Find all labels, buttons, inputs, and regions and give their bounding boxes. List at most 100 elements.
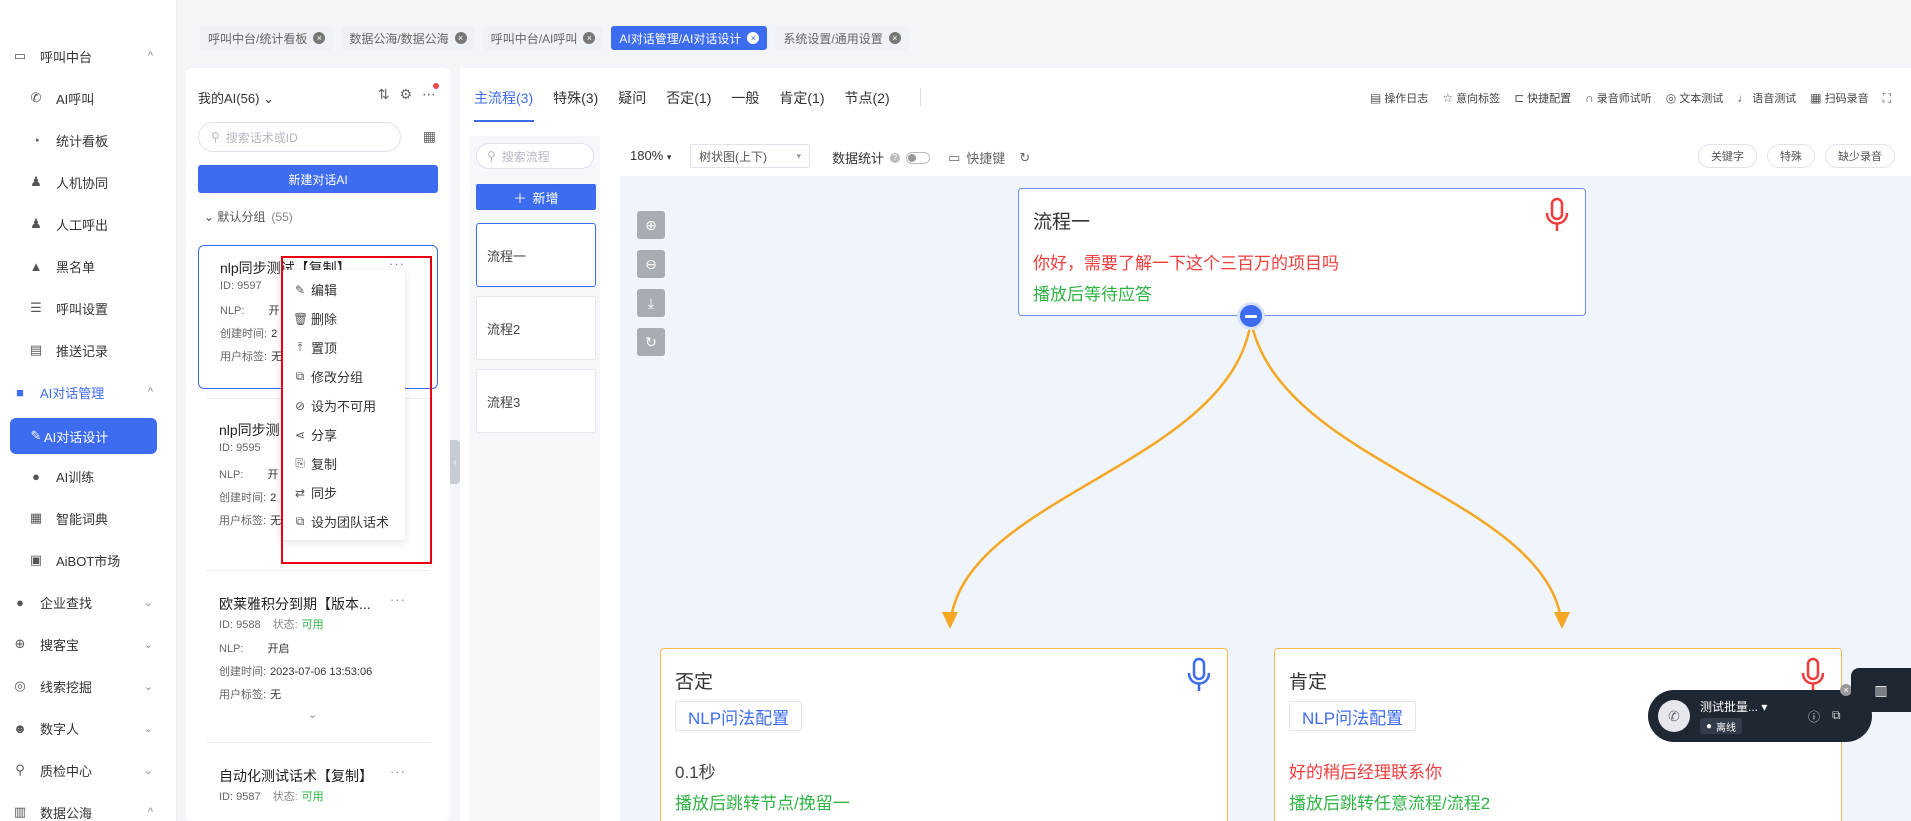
top-tab-data-pool[interactable]: 数据公海/数据公海 × <box>341 26 475 50</box>
flow-item[interactable]: 流程2 <box>476 296 596 360</box>
close-icon[interactable]: × <box>313 32 326 44</box>
bookmark-icon: ⊏ <box>1514 91 1525 105</box>
flow-item[interactable]: 流程3 <box>476 369 596 433</box>
close-icon[interactable]: × <box>454 32 467 44</box>
sidebar-item-data-pool[interactable]: ▥ 数据公海 ^ <box>0 794 177 821</box>
sidebar-item-call-settings[interactable]: ☰ 呼叫设置 <box>0 290 177 326</box>
sidebar-item-ai-call[interactable]: ✆ AI呼叫 <box>0 80 177 116</box>
chevron-down-icon: ⌄ <box>143 722 153 735</box>
expand-icon[interactable]: ⧉ <box>1832 708 1841 723</box>
close-icon[interactable]: × <box>888 32 901 44</box>
tab-special[interactable]: 特殊(3) <box>553 88 598 108</box>
chevron-down-icon[interactable]: ⌄ <box>308 708 317 721</box>
softphone-widget[interactable]: ✆ 测试批量... ▾ ● 离线 ⓘ ⧉ <box>1648 690 1872 742</box>
status-badge[interactable]: ● 离线 <box>1700 718 1743 734</box>
mic-icon[interactable] <box>1799 657 1827 693</box>
menu-item-share[interactable]: ⋖ 分享 <box>281 420 405 449</box>
sidebar-item-ai-dialog-mgmt[interactable]: ■ AI对话管理 ^ <box>0 374 177 410</box>
menu-item-team-script[interactable]: ⧉ 设为团队话术 <box>281 507 405 536</box>
group-default[interactable]: ⌄ 默认分组 (55) <box>204 208 293 225</box>
ai-card[interactable]: 自动化测试话术【复制】 ··· ID: 9587 状态: 可用 <box>198 760 438 820</box>
chat-widget-button[interactable]: ▥ <box>1851 668 1911 712</box>
sort-icon[interactable]: ⇅ <box>378 86 390 103</box>
close-icon[interactable]: × <box>747 32 760 44</box>
tool-intent-tags[interactable]: ☆ 意向标签 <box>1442 90 1500 106</box>
sidebar-item-push-records[interactable]: ▤ 推送记录 <box>0 332 177 368</box>
tab-main-flow[interactable]: 主流程(3) <box>474 88 533 108</box>
sidebar-item-digital-human[interactable]: ☻ 数字人 ⌄ <box>0 710 177 746</box>
sidebar-item-human-machine[interactable]: ♟ 人机协同 <box>0 164 177 200</box>
ai-search-input[interactable]: ⚲ 搜索话术或ID <box>198 122 401 152</box>
sidebar-item-stats[interactable]: ◔ 统计看板 <box>0 122 177 158</box>
sidebar-item-manual-call[interactable]: ♟ 人工呼出 <box>0 206 177 242</box>
tool-operation-log[interactable]: ▤ 操作日志 <box>1370 90 1428 106</box>
top-tab-system-settings[interactable]: 系统设置/通用设置 × <box>775 26 909 50</box>
user-icon: ♟ <box>30 174 42 189</box>
top-tab-call-stats[interactable]: 呼叫中台/统计看板 × <box>200 26 334 50</box>
sidebar-item-company-search[interactable]: ● 企业查找 ⌄ <box>0 584 177 620</box>
sidebar-item-ai-training[interactable]: ● AI训练 <box>0 458 177 494</box>
tool-qr-record[interactable]: ▦ 扫码录音 <box>1810 90 1868 106</box>
pen-icon: ✎ <box>30 428 42 443</box>
store-icon: ▣ <box>29 552 43 567</box>
menu-item-pin-top[interactable]: ⤒ 置顶 <box>281 333 405 362</box>
chevron-down-icon: ⌄ <box>143 764 153 777</box>
mic-icon[interactable] <box>1543 197 1571 233</box>
tab-general[interactable]: 一般 <box>731 88 759 108</box>
divider <box>920 88 921 106</box>
tool-quick-config[interactable]: ⊏ 快捷配置 <box>1514 90 1571 106</box>
sidebar-item-qc-center[interactable]: ⚲ 质检中心 ⌄ <box>0 752 177 788</box>
search-icon: ⚲ <box>487 149 496 163</box>
new-ai-button[interactable]: 新建对话AI <box>198 165 438 193</box>
tab-negative[interactable]: 否定(1) <box>666 88 711 108</box>
flow-tabs: 主流程(3) 特殊(3) 疑问 否定(1) 一般 肯定(1) 节点(2) <box>474 88 890 108</box>
flow-item[interactable]: 流程一 <box>476 223 596 287</box>
more-icon[interactable]: ⋯ <box>422 83 439 103</box>
chevron-up-icon: ^ <box>147 806 153 818</box>
panel-collapse-handle[interactable]: ‹ <box>450 440 460 484</box>
more-icon[interactable]: ··· <box>389 256 405 271</box>
nlp-config-button[interactable]: NLP问法配置 <box>675 701 803 731</box>
tab-question[interactable]: 疑问 <box>618 88 646 108</box>
softphone-name[interactable]: 测试批量... ▾ <box>1700 698 1767 715</box>
gear-icon[interactable]: ⚙ <box>399 86 412 103</box>
close-icon[interactable]: × <box>583 32 596 44</box>
sidebar-item-blacklist[interactable]: ▲ 黑名单 <box>0 248 177 284</box>
tool-text-test[interactable]: ◎ 文本测试 <box>1666 90 1723 106</box>
nlp-config-button[interactable]: NLP问法配置 <box>1289 701 1417 731</box>
flow-node-negative[interactable]: 否定 NLP问法配置 0.1秒 播放后跳转节点/挽留一 <box>660 648 1228 821</box>
menu-item-sync[interactable]: ⇄ 同步 <box>281 478 405 507</box>
ai-text-icon: ◎ <box>1665 91 1677 105</box>
fullscreen-icon[interactable]: ⛶ <box>1883 91 1891 106</box>
more-icon[interactable]: ··· <box>390 592 406 607</box>
tab-nodes[interactable]: 节点(2) <box>845 88 890 108</box>
sidebar-item-aibot-market[interactable]: ▣ AiBOT市场 <box>0 542 177 578</box>
flow-node-root[interactable]: 流程一 你好，需要了解一下这个三百万的项目吗 播放后等待应答 <box>1018 188 1586 316</box>
sidebar-item-ai-dialog-design[interactable]: ✎ AI对话设计 <box>10 418 157 454</box>
menu-item-change-group[interactable]: ⧉ 修改分组 <box>281 362 405 391</box>
sidebar-item-soukebao[interactable]: ⊕ 搜客宝 ⌄ <box>0 626 177 662</box>
top-tab-ai-call[interactable]: 呼叫中台/AI呼叫 × <box>482 26 604 50</box>
add-flow-button[interactable]: ＋新增 <box>476 184 596 210</box>
menu-item-disable[interactable]: ⊘ 设为不可用 <box>281 391 405 420</box>
top-tab-ai-dialog-design[interactable]: AI对话管理/AI对话设计 × <box>611 26 768 50</box>
collapse-node-button[interactable] <box>1237 302 1265 330</box>
ai-card[interactable]: 欧莱雅积分到期【版本... ··· ID: 9588 状态: 可用 NLP: 开启 创… <box>198 588 438 738</box>
flow-search-input[interactable]: ⚲ 搜索流程 <box>476 143 594 169</box>
tab-positive[interactable]: 肯定(1) <box>779 88 824 108</box>
tool-voice-test[interactable]: ♩ 语音测试 <box>1737 90 1796 106</box>
menu-item-copy[interactable]: ⎘ 复制 <box>281 449 405 478</box>
more-icon[interactable]: ··· <box>390 764 406 779</box>
mic-icon[interactable] <box>1185 657 1213 693</box>
sidebar-item-call-center[interactable]: ▭ 呼叫中台 ^ <box>0 38 177 74</box>
phone-icon[interactable]: ✆ <box>1658 700 1690 732</box>
info-icon[interactable]: ⓘ <box>1808 708 1820 725</box>
my-ai-dropdown[interactable]: 我的AI(56) ⌄ <box>198 88 274 107</box>
calendar-icon[interactable]: ▦ <box>423 128 436 145</box>
menu-item-delete[interactable]: 🗑 删除 <box>281 304 405 333</box>
sidebar-item-dictionary[interactable]: ▦ 智能词典 <box>0 500 177 536</box>
sidebar-item-lead-mining[interactable]: ◎ 线索挖掘 ⌄ <box>0 668 177 704</box>
edit-icon: ✎ <box>294 282 306 297</box>
menu-item-edit[interactable]: ✎ 编辑 <box>281 275 405 304</box>
tool-recorder-listen[interactable]: ∩ 录音师试听 <box>1585 90 1652 106</box>
